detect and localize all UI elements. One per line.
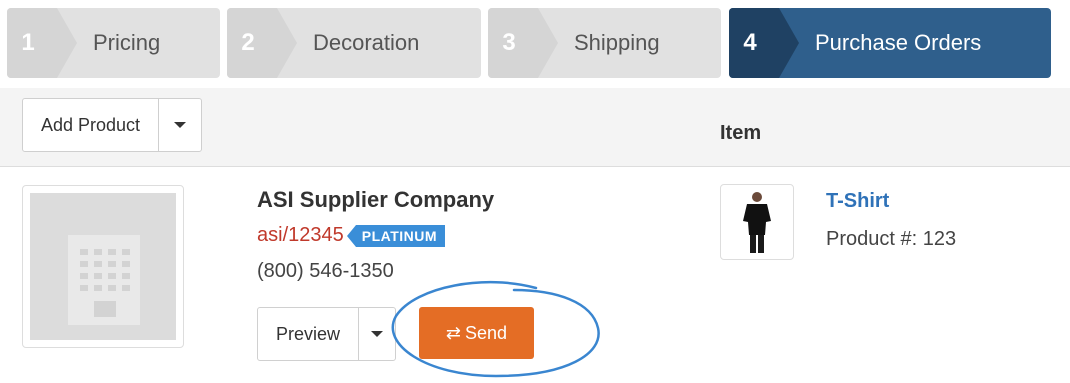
step-number: 2	[227, 8, 297, 78]
item-name-link[interactable]: T-Shirt	[826, 190, 889, 213]
supplier-name: ASI Supplier Company	[257, 187, 495, 212]
send-button[interactable]: ⇄ Send	[419, 307, 534, 359]
table-header: Add Product Item	[0, 88, 1070, 167]
step-label: Purchase Orders	[815, 30, 982, 55]
step-label: Shipping	[574, 30, 660, 55]
add-product-dropdown-toggle[interactable]	[159, 99, 201, 151]
preview-dropdown-toggle[interactable]	[359, 308, 395, 360]
building-icon	[68, 235, 140, 325]
caret-down-icon	[174, 122, 187, 128]
product-thumbnail[interactable]	[720, 184, 794, 260]
platinum-badge: PLATINUM	[346, 224, 446, 247]
step-purchase-orders[interactable]: 4 Purchase Orders	[729, 8, 1051, 78]
step-label: Decoration	[313, 30, 420, 55]
logo-placeholder	[30, 193, 176, 340]
preview-button[interactable]: Preview	[258, 308, 360, 360]
supplier-phone: (800) 546-1350	[257, 260, 394, 282]
step-pricing[interactable]: 1 Pricing	[7, 8, 220, 78]
step-shipping[interactable]: 3 Shipping	[488, 8, 721, 78]
step-number: 4	[729, 8, 799, 78]
add-product-button[interactable]: Add Product	[23, 99, 160, 151]
step-number: 3	[488, 8, 558, 78]
exchange-icon: ⇄	[445, 322, 462, 343]
item-product-number: Product #: 123	[826, 228, 957, 250]
supplier-logo	[22, 185, 184, 348]
asi-number-link[interactable]: asi/12345	[257, 224, 344, 247]
send-button-label: Send	[465, 322, 508, 343]
step-label: Pricing	[93, 30, 161, 55]
tshirt-photo	[743, 192, 771, 253]
supplier-asi-row: asi/12345 PLATINUM	[257, 224, 446, 247]
preview-button-group: Preview	[257, 307, 397, 361]
add-product-button-group: Add Product	[22, 98, 203, 152]
step-decoration[interactable]: 2 Decoration	[227, 8, 481, 78]
caret-down-icon	[371, 331, 384, 337]
item-column-header: Item	[720, 122, 762, 144]
step-number: 1	[7, 8, 77, 78]
